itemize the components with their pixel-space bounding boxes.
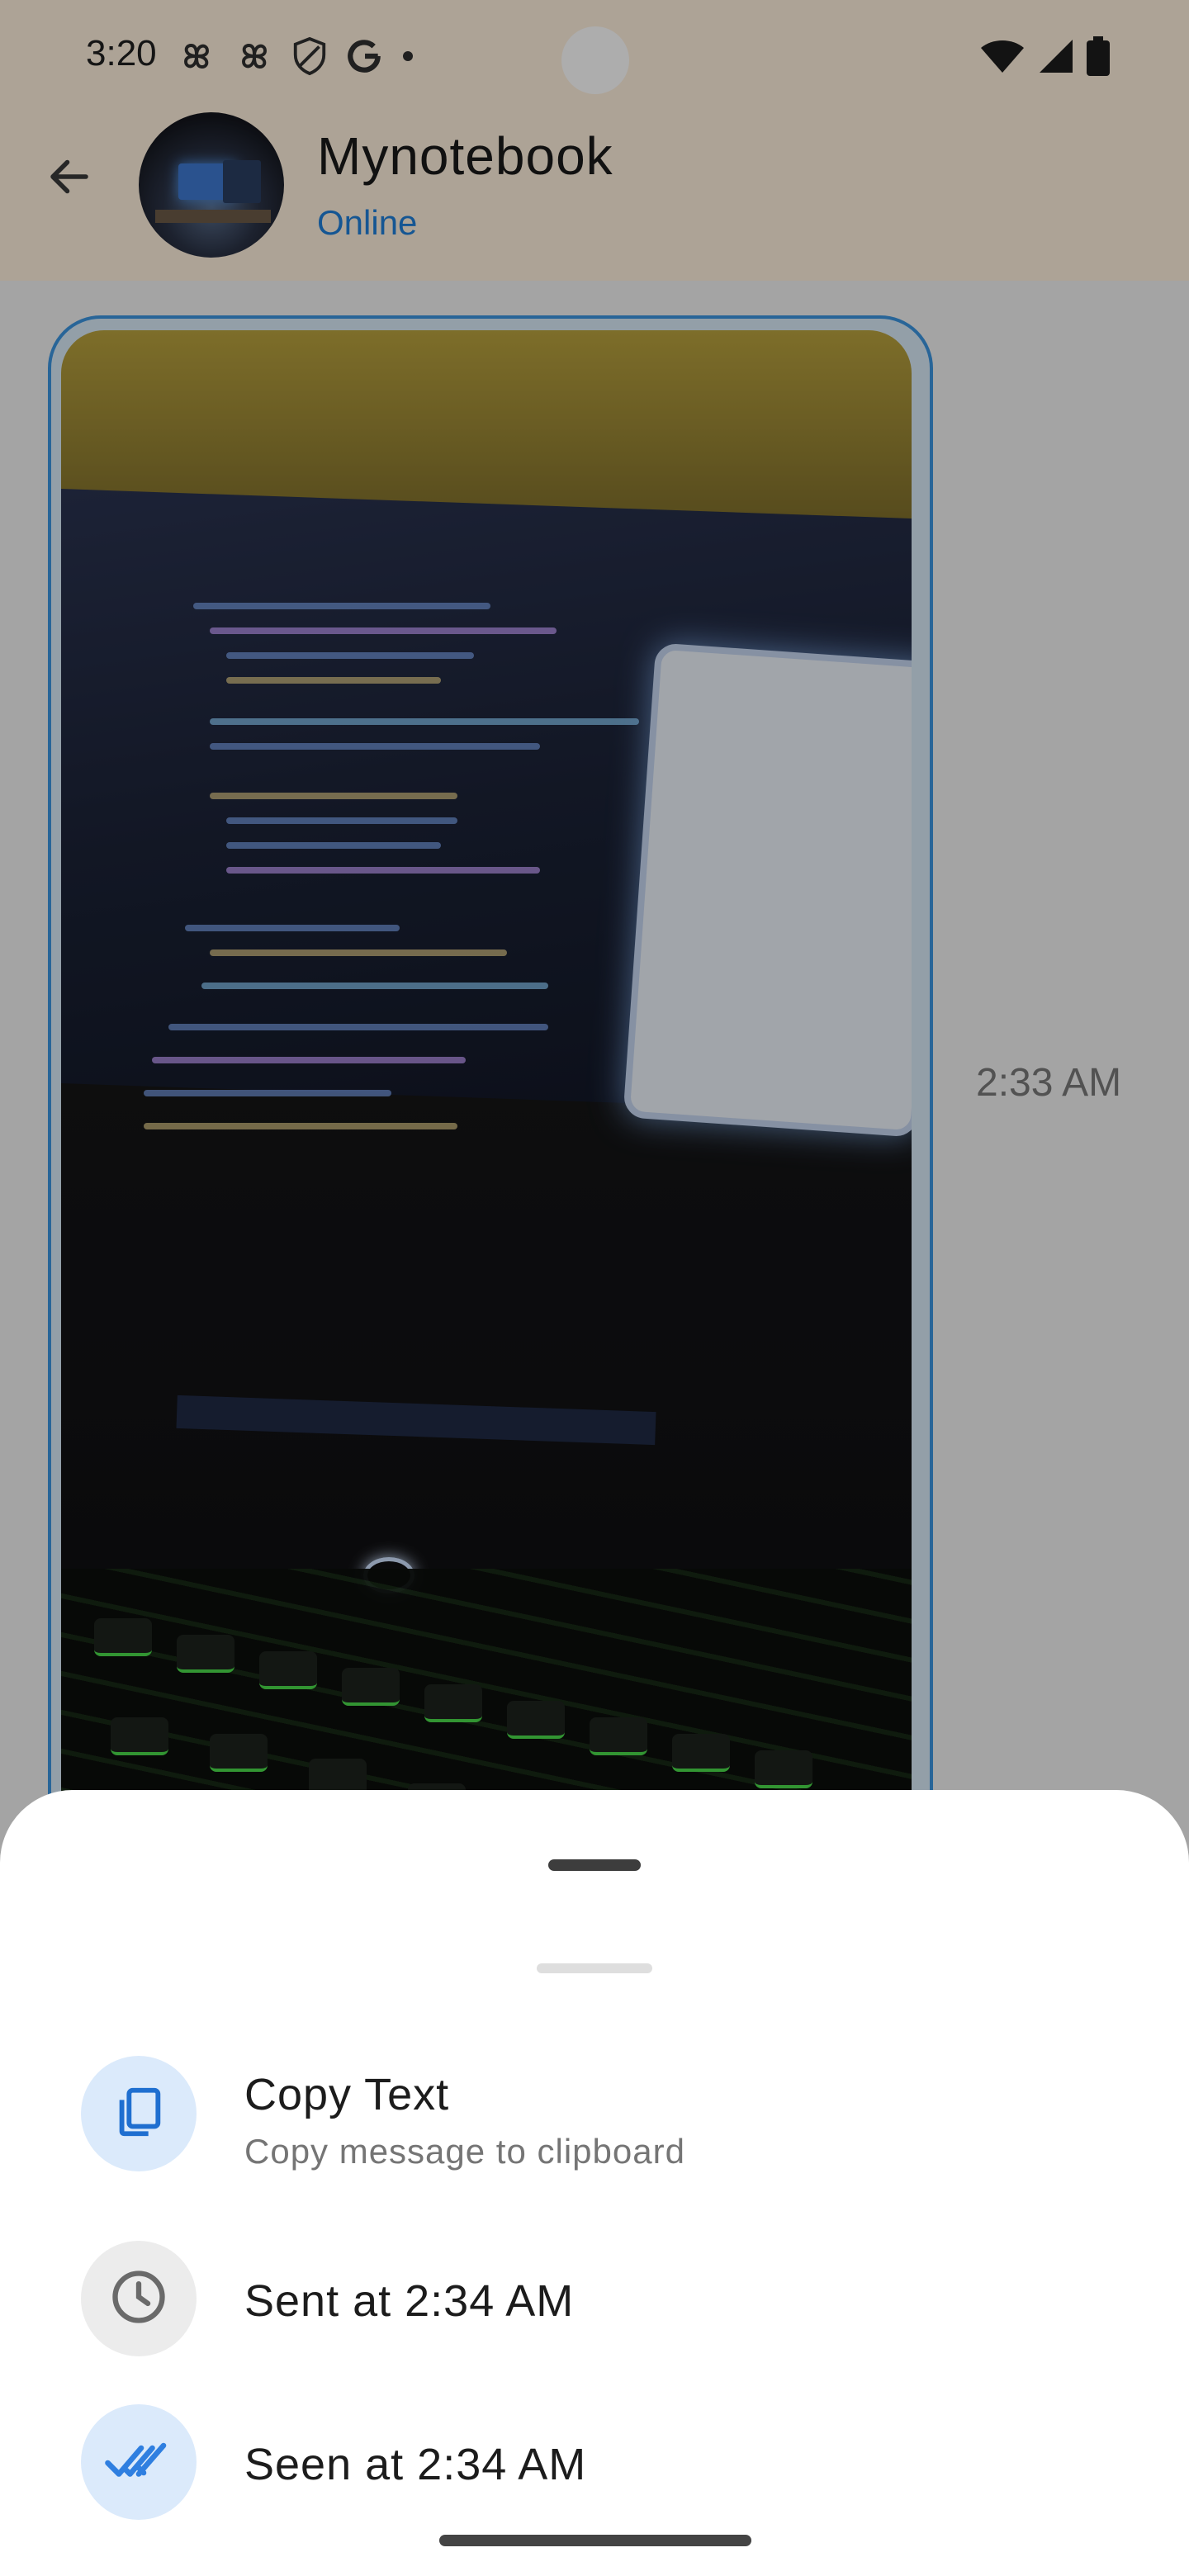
sent-at-label: Sent at 2:34 AM: [244, 2276, 575, 2326]
message-options-sheet: Copy Text Copy message to clipboard Sent…: [0, 1790, 1189, 2576]
copy-text-option[interactable]: Copy Text Copy message to clipboard: [0, 2039, 1189, 2188]
sent-at-option[interactable]: Sent at 2:34 AM: [0, 2224, 1189, 2373]
copy-icon: [110, 2083, 168, 2145]
copy-text-subtitle: Copy message to clipboard: [244, 2132, 685, 2171]
seen-at-label: Seen at 2:34 AM: [244, 2440, 587, 2489]
sheet-inner-handle: [537, 1963, 652, 1973]
seen-at-option[interactable]: Seen at 2:34 AM: [0, 2388, 1189, 2536]
double-check-icon-circle: [81, 2404, 197, 2520]
clock-icon-circle: [81, 2241, 197, 2356]
double-check-icon: [104, 2436, 173, 2489]
copy-icon-circle: [81, 2056, 197, 2171]
sheet-drag-handle[interactable]: [548, 1859, 641, 1871]
clock-icon: [107, 2266, 170, 2332]
home-gesture-bar[interactable]: [439, 2535, 751, 2546]
copy-text-title: Copy Text: [244, 2070, 450, 2119]
